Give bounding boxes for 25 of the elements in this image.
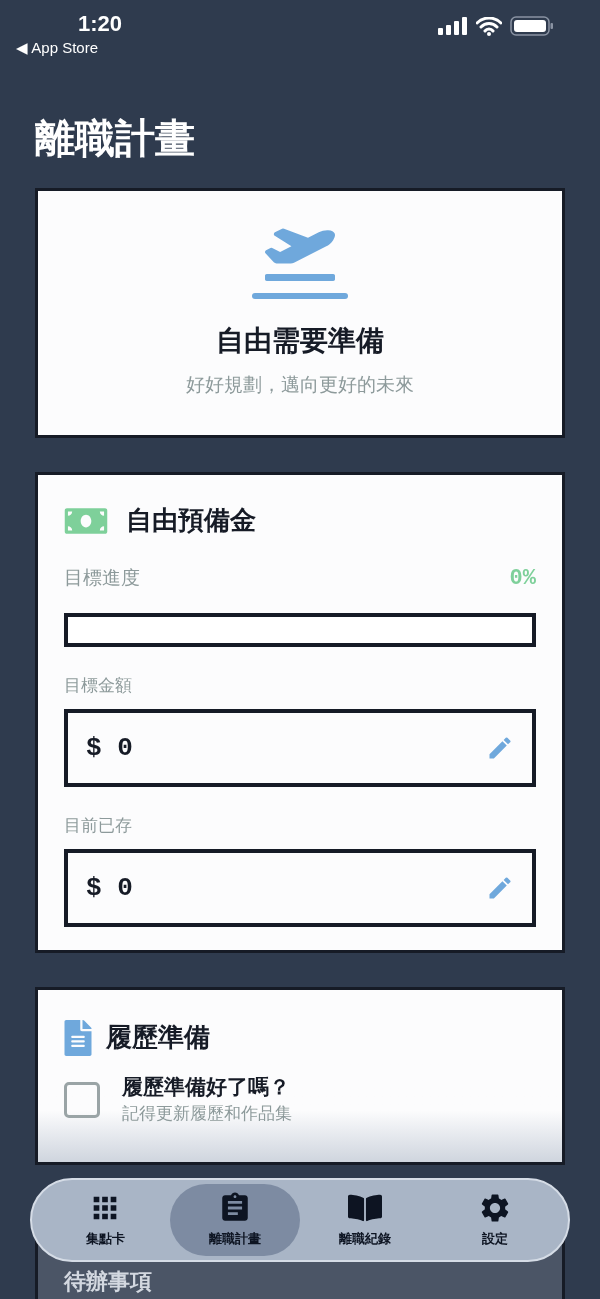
status-time: 1:20 [78,10,123,38]
back-link[interactable]: ◀ App Store [16,38,123,58]
hero-subtitle: 好好規劃，邁向更好的未來 [186,373,414,397]
fund-title: 自由預備金 [126,504,256,537]
todo-title: 待辦事項 [64,1268,153,1296]
tab-button[interactable]: 離職紀錄 [300,1184,430,1256]
page-title: 離職計畫 [35,115,196,162]
resume-title: 履歷準備 [106,1021,210,1054]
field-label: 目標金額 [64,675,133,697]
tab-button[interactable]: 集點卡 [40,1184,170,1256]
amount-field[interactable]: $ 0 [64,709,536,787]
hero-title: 自由需要準備 [216,324,384,358]
progress-label: 目標進度 [64,566,140,591]
tab-button[interactable]: 設定 [430,1184,560,1256]
task-subtitle: 記得更新履歷和作品集 [122,1103,292,1125]
progress-value: 0% [509,565,536,593]
document-icon [64,1019,92,1056]
signal-icon [438,17,468,35]
field-label: 目前已存 [64,815,133,837]
task-title: 履歷準備好了嗎？ [122,1074,291,1100]
wifi-icon [476,16,502,36]
amount-field[interactable]: $ 0 [64,849,536,927]
tab-button[interactable]: 離職計畫 [170,1184,300,1256]
checkbox[interactable] [64,1082,100,1118]
battery-icon [510,16,554,36]
